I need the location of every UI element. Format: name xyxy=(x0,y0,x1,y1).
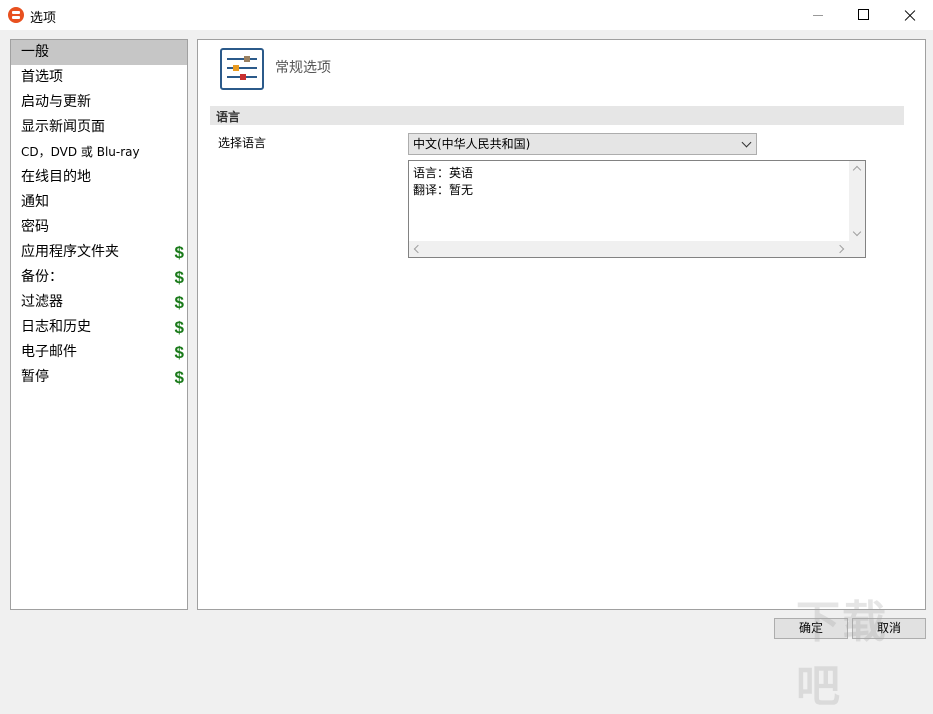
language-section-header: 语言 xyxy=(210,106,904,125)
maximize-icon[interactable] xyxy=(841,0,887,30)
language-select[interactable]: 中文(中华人民共和国) xyxy=(408,133,757,155)
sidebar-item-startup-update[interactable]: 启动与更新 xyxy=(11,90,187,115)
sidebar-item-label: 一般 xyxy=(21,44,49,60)
sidebar-item-label: CD，DVD 或 Blu-ray xyxy=(21,145,140,159)
premium-dollar-icon: $ xyxy=(175,340,184,365)
info-translation-line: 翻译：暂无 xyxy=(413,181,473,198)
info-language-line: 语言：英语 xyxy=(413,164,473,181)
scrollbar-corner xyxy=(849,241,865,257)
section-title: 语言 xyxy=(216,108,240,125)
window-title: 选项 xyxy=(30,7,56,26)
sidebar-item-backup[interactable]: 备份： $ xyxy=(11,265,187,290)
title-bar: 选项 xyxy=(0,0,933,30)
sidebar-item-disc[interactable]: CD，DVD 或 Blu-ray xyxy=(11,140,187,165)
horizontal-scrollbar[interactable] xyxy=(409,241,849,257)
sidebar-item-notifications[interactable]: 通知 xyxy=(11,190,187,215)
sidebar-item-label: 启动与更新 xyxy=(21,94,91,110)
scroll-up-icon[interactable] xyxy=(853,166,861,174)
general-options-panel: 常规选项 语言 选择语言 中文(中华人民共和国) 语言：英语 翻译：暂无 xyxy=(197,39,926,610)
language-label: 选择语言 xyxy=(218,134,266,151)
vertical-scrollbar[interactable] xyxy=(849,161,865,241)
sidebar-item-label: 密码 xyxy=(21,219,49,235)
sidebar-item-log-history[interactable]: 日志和历史 $ xyxy=(11,315,187,340)
app-logo-icon xyxy=(8,7,24,23)
watermark-logo: 下载吧 xyxy=(796,586,933,714)
sidebar-item-label: 通知 xyxy=(21,194,49,210)
language-info-box[interactable]: 语言：英语 翻译：暂无 xyxy=(408,160,866,258)
premium-dollar-icon: $ xyxy=(175,290,184,315)
sidebar-item-preferences[interactable]: 首选项 xyxy=(11,65,187,90)
minimize-icon[interactable] xyxy=(795,0,841,30)
sidebar-item-label: 暂停 xyxy=(21,369,49,385)
sliders-settings-icon xyxy=(220,48,264,90)
sidebar-item-online-destinations[interactable]: 在线目的地 xyxy=(11,165,187,190)
scroll-left-icon[interactable] xyxy=(414,245,422,253)
options-sidebar: 一般 首选项 启动与更新 显示新闻页面 CD，DVD 或 Blu-ray 在线目… xyxy=(10,39,188,610)
sidebar-item-email[interactable]: 电子邮件 $ xyxy=(11,340,187,365)
sidebar-item-news-page[interactable]: 显示新闻页面 xyxy=(11,115,187,140)
premium-dollar-icon: $ xyxy=(175,315,184,340)
sidebar-item-label: 电子邮件 xyxy=(21,344,77,360)
scroll-down-icon[interactable] xyxy=(853,228,861,236)
sidebar-item-label: 显示新闻页面 xyxy=(21,119,105,135)
premium-dollar-icon: $ xyxy=(175,240,184,265)
sidebar-item-label: 过滤器 xyxy=(21,294,63,310)
sidebar-item-pause[interactable]: 暂停 $ xyxy=(11,365,187,390)
sidebar-item-label: 应用程序文件夹 xyxy=(21,244,119,260)
sidebar-item-label: 日志和历史 xyxy=(21,319,91,335)
sidebar-item-password[interactable]: 密码 xyxy=(11,215,187,240)
sidebar-item-label: 在线目的地 xyxy=(21,169,91,185)
sidebar-item-label: 首选项 xyxy=(21,69,63,85)
premium-dollar-icon: $ xyxy=(175,265,184,290)
close-icon[interactable] xyxy=(887,0,933,30)
sidebar-item-app-folder[interactable]: 应用程序文件夹 $ xyxy=(11,240,187,265)
language-select-value: 中文(中华人民共和国) xyxy=(413,137,530,151)
sidebar-item-label: 备份： xyxy=(21,269,63,285)
sidebar-item-filters[interactable]: 过滤器 $ xyxy=(11,290,187,315)
scroll-right-icon[interactable] xyxy=(836,245,844,253)
premium-dollar-icon: $ xyxy=(175,365,184,390)
chevron-down-icon xyxy=(742,138,752,148)
page-title: 常规选项 xyxy=(275,57,331,77)
sidebar-item-general[interactable]: 一般 xyxy=(11,40,187,65)
